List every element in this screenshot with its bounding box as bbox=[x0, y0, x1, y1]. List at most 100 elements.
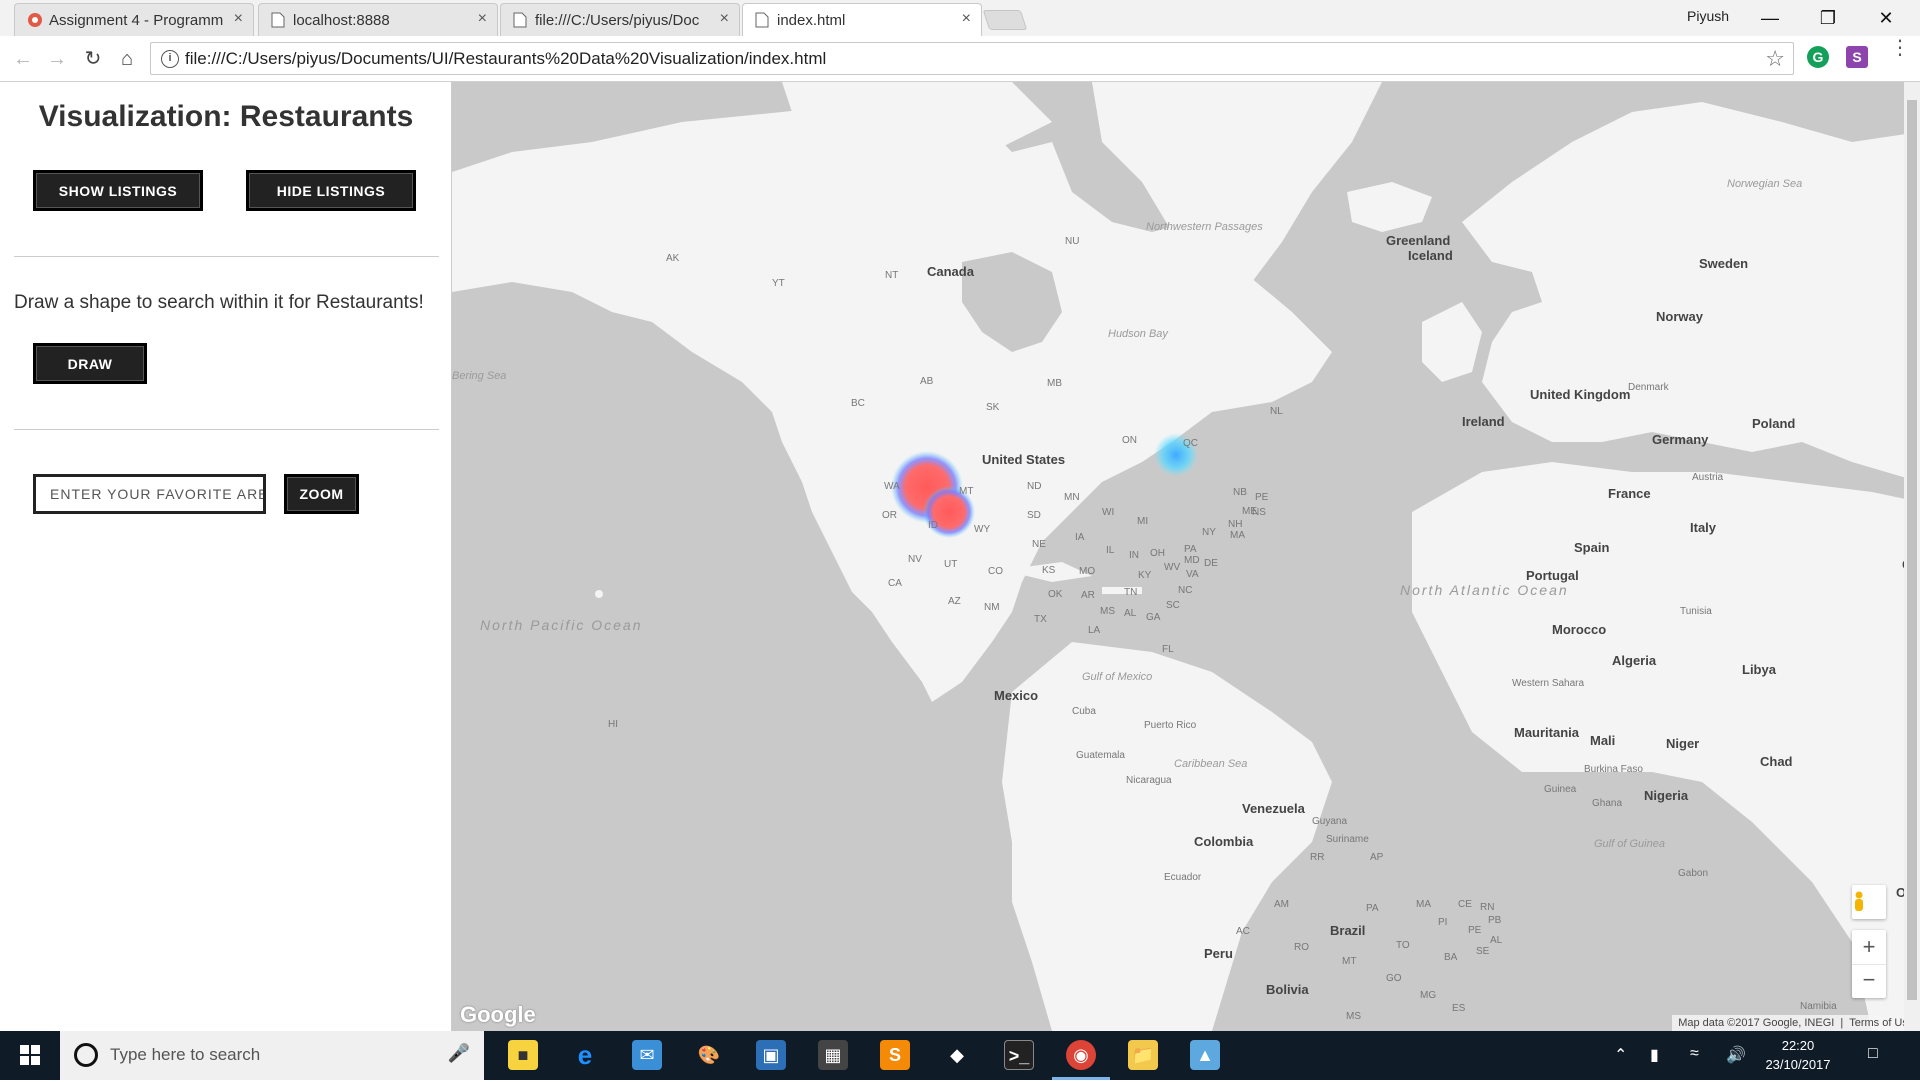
tab-localhost[interactable]: localhost:8888 × bbox=[258, 3, 498, 36]
minimize-icon[interactable]: — bbox=[1748, 4, 1792, 32]
extension-s-icon[interactable]: S bbox=[1846, 46, 1868, 68]
label-algeria: Algeria bbox=[1612, 653, 1657, 668]
region-label: WY bbox=[974, 524, 991, 535]
region-label: MI bbox=[1137, 516, 1149, 527]
restore-icon[interactable]: ❐ bbox=[1806, 4, 1850, 32]
home-icon[interactable]: ⌂ bbox=[114, 46, 140, 72]
tab-index[interactable]: index.html × bbox=[742, 3, 982, 36]
close-icon[interactable]: × bbox=[720, 10, 729, 28]
region-label: PA bbox=[1366, 903, 1379, 914]
region-label: AK bbox=[666, 253, 680, 264]
region-label: NM bbox=[984, 602, 1000, 613]
label-canada: Canada bbox=[927, 264, 974, 279]
label-mauritania: Mauritania bbox=[1514, 725, 1580, 740]
label-cuba: Cuba bbox=[1072, 706, 1096, 717]
remote-desktop-icon[interactable]: ▣ bbox=[756, 1040, 786, 1070]
tab-assignment[interactable]: Assignment 4 - Programm × bbox=[14, 3, 254, 36]
microphone-icon[interactable]: 🎤 bbox=[448, 1043, 470, 1064]
draw-button[interactable]: DRAW bbox=[33, 343, 147, 384]
label-iceland: Iceland bbox=[1408, 248, 1453, 263]
region-label: MS bbox=[1100, 606, 1115, 617]
region-label: NY bbox=[1202, 527, 1216, 538]
region-label: OR bbox=[882, 510, 897, 521]
scrollbar-thumb[interactable] bbox=[1907, 100, 1917, 1000]
page-scrollbar[interactable] bbox=[1904, 82, 1920, 1031]
region-label: MO bbox=[1079, 566, 1096, 577]
region-label: DE bbox=[1204, 558, 1218, 569]
chrome-icon[interactable]: ◉ bbox=[1066, 1040, 1096, 1070]
label-colombia: Colombia bbox=[1194, 834, 1254, 849]
label-italy: Italy bbox=[1690, 520, 1717, 535]
label-northwestern-passages: Northwestern Passages bbox=[1146, 221, 1263, 233]
show-listings-button[interactable]: SHOW LISTINGS bbox=[33, 170, 203, 211]
action-center-icon[interactable]: □ bbox=[1868, 1045, 1878, 1063]
bookmark-star-icon[interactable]: ☆ bbox=[1765, 46, 1785, 72]
battery-icon[interactable]: ▮ bbox=[1650, 1045, 1659, 1065]
label-sweden: Sweden bbox=[1699, 256, 1749, 271]
sublime-text-icon[interactable]: S bbox=[880, 1040, 910, 1070]
region-label: WI bbox=[1102, 507, 1115, 518]
browser-menu-icon[interactable]: ⋮ bbox=[1890, 38, 1910, 58]
region-label: KY bbox=[1138, 570, 1152, 581]
grammarly-extension-icon[interactable]: G bbox=[1807, 46, 1829, 68]
region-label: UT bbox=[944, 559, 958, 570]
file-explorer-icon[interactable]: 📁 bbox=[1128, 1040, 1158, 1070]
google-map[interactable]: Canada United States Mexico Greenland Ic… bbox=[452, 82, 1920, 1031]
region-label: YT bbox=[772, 278, 785, 289]
reload-icon[interactable]: ↻ bbox=[80, 46, 106, 72]
sticky-notes-icon[interactable]: ■ bbox=[508, 1040, 538, 1070]
forward-arrow-icon[interactable]: → bbox=[44, 46, 70, 72]
zoom-out-button[interactable]: − bbox=[1852, 964, 1886, 998]
wifi-icon[interactable]: ≈ bbox=[1690, 1045, 1699, 1063]
close-icon[interactable]: × bbox=[234, 10, 243, 28]
region-label: AM bbox=[1274, 899, 1289, 910]
windows-start-icon[interactable] bbox=[0, 1031, 60, 1080]
region-label: NC bbox=[1178, 585, 1193, 596]
command-prompt-icon[interactable]: >_ bbox=[1004, 1040, 1034, 1070]
region-label: ES bbox=[1452, 1003, 1466, 1014]
photos-icon[interactable]: ▲ bbox=[1190, 1040, 1220, 1070]
tab-file[interactable]: file:///C:/Users/piyus/Doc × bbox=[500, 3, 740, 36]
address-bar[interactable]: i file:///C:/Users/piyus/Documents/UI/Re… bbox=[150, 42, 1794, 75]
outlook-icon[interactable]: ✉ bbox=[632, 1040, 662, 1070]
region-label: PE bbox=[1468, 925, 1482, 936]
volume-icon[interactable]: 🔊 bbox=[1726, 1045, 1746, 1065]
taskbar-clock[interactable]: 22:20 23/10/2017 bbox=[1760, 1036, 1836, 1074]
zoom-in-button[interactable]: + bbox=[1852, 930, 1886, 964]
profile-name[interactable]: Piyush bbox=[1687, 8, 1729, 24]
label-guyana: Guyana bbox=[1312, 816, 1348, 827]
git-icon[interactable]: ◆ bbox=[942, 1040, 972, 1070]
pegman-icon[interactable] bbox=[1852, 885, 1886, 919]
google-logo[interactable]: Google bbox=[460, 1002, 536, 1028]
close-icon[interactable]: × bbox=[962, 10, 971, 28]
chevron-up-icon[interactable]: ⌃ bbox=[1614, 1045, 1627, 1065]
label-germany: Germany bbox=[1652, 432, 1709, 447]
region-label: AC bbox=[1236, 926, 1250, 937]
region-label: SK bbox=[986, 402, 1000, 413]
hawaii-landmass bbox=[595, 590, 603, 598]
label-peru: Peru bbox=[1204, 946, 1233, 961]
hide-listings-button[interactable]: HIDE LISTINGS bbox=[246, 170, 416, 211]
zoom-button[interactable]: ZOOM bbox=[284, 474, 359, 514]
region-label: MT bbox=[1342, 956, 1357, 967]
back-arrow-icon[interactable]: ← bbox=[10, 46, 36, 72]
edge-icon[interactable]: e bbox=[570, 1040, 600, 1070]
tab-title: file:///C:/Users/piyus/Doc bbox=[535, 12, 700, 29]
close-icon[interactable]: × bbox=[478, 10, 487, 28]
zoom-area-input[interactable] bbox=[33, 474, 266, 514]
label-gulf-of-mexico: Gulf of Mexico bbox=[1082, 671, 1153, 683]
close-window-icon[interactable]: ✕ bbox=[1864, 4, 1908, 32]
region-label: AB bbox=[920, 376, 934, 387]
taskbar-search-box[interactable]: Type here to search 🎤 bbox=[60, 1031, 484, 1080]
label-ireland: Ireland bbox=[1462, 414, 1505, 429]
paint-icon[interactable]: 🎨 bbox=[694, 1040, 724, 1070]
info-icon[interactable]: i bbox=[161, 50, 179, 68]
calculator-icon[interactable]: ▦ bbox=[818, 1040, 848, 1070]
region-label: AP bbox=[1370, 852, 1384, 863]
region-label: AL bbox=[1124, 608, 1137, 619]
new-tab-button[interactable] bbox=[982, 10, 1028, 30]
region-label: BA bbox=[1444, 952, 1458, 963]
label-burkina-faso: Burkina Faso bbox=[1584, 764, 1643, 775]
label-ecuador: Ecuador bbox=[1164, 872, 1202, 883]
label-mali: Mali bbox=[1590, 733, 1616, 748]
